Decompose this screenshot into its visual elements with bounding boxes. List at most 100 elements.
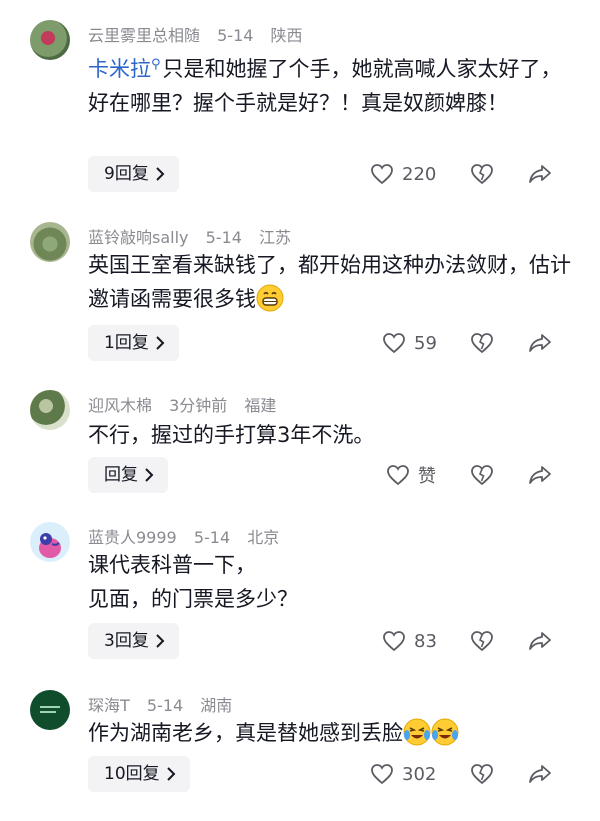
chevron-right-icon xyxy=(156,167,165,181)
comment-location: 湖南 xyxy=(200,696,233,715)
like-count: 83 xyxy=(414,630,437,652)
heart-outline-icon xyxy=(382,630,406,652)
dislike-button[interactable] xyxy=(470,623,494,659)
dislike-button[interactable] xyxy=(470,457,494,493)
like-count: 302 xyxy=(402,763,437,785)
comment-meta: 琛海T 5-14 湖南 xyxy=(88,692,244,716)
reply-count-label: 3回复 xyxy=(104,631,149,651)
avatar[interactable] xyxy=(30,390,70,430)
reply-label: 回复 xyxy=(104,465,138,485)
comment-body: 英国王室看来缺钱了，都开始用这种办法敛财，估计邀请函需要很多钱 xyxy=(88,253,571,311)
username[interactable]: 蓝贵人9999 xyxy=(88,528,177,547)
share-arrow-icon xyxy=(528,464,552,486)
avatar[interactable] xyxy=(30,690,70,730)
comment-item: 云里雾里总相随 5-14 陕西 卡米拉⚲只是和她握了个手，她就高喊人家太好了，好… xyxy=(0,0,600,200)
comment-date: 3分钟前 xyxy=(169,396,228,415)
view-replies-button[interactable]: 回复 xyxy=(88,457,168,493)
view-replies-button[interactable]: 3回复 xyxy=(88,623,179,659)
avatar[interactable] xyxy=(30,222,70,262)
view-replies-button[interactable]: 1回复 xyxy=(88,325,179,361)
dislike-button[interactable] xyxy=(470,325,494,361)
heart-outline-icon xyxy=(370,163,394,185)
comment-text: 卡米拉⚲只是和她握了个手，她就高喊人家太好了，好在哪里？握个手就是好？！真是奴颜… xyxy=(88,48,578,120)
share-arrow-icon xyxy=(528,163,552,185)
username[interactable]: 迎风木棉 xyxy=(88,396,152,415)
comment-meta: 蓝铃敲响sally 5-14 江苏 xyxy=(88,224,303,248)
username[interactable]: 蓝铃敲响sally xyxy=(88,228,189,247)
comment-text: 不行，握过的手打算3年不洗。 xyxy=(88,418,578,452)
comment-actions: 302 xyxy=(370,756,600,792)
comment-text: 作为湖南老乡，真是替她感到丢脸 xyxy=(88,716,578,750)
dislike-button[interactable] xyxy=(470,756,494,792)
avatar[interactable] xyxy=(30,522,70,562)
reply-count-label: 1回复 xyxy=(104,333,149,353)
like-count: 220 xyxy=(402,163,437,185)
crying-laughing-emoji-icon xyxy=(431,718,459,746)
broken-heart-icon xyxy=(470,763,494,785)
cartoon-avatar-icon xyxy=(39,533,61,558)
comment-actions: 83 xyxy=(370,623,600,659)
comment-item: 琛海T 5-14 湖南 作为湖南老乡，真是替她感到丢脸 10回复 302 xyxy=(0,670,600,821)
broken-heart-icon xyxy=(470,163,494,185)
grinning-emoji-icon xyxy=(256,284,284,312)
comment-body: 作为湖南老乡，真是替她感到丢脸 xyxy=(88,721,403,745)
share-arrow-icon xyxy=(528,763,552,785)
comment-item: 蓝铃敲响sally 5-14 江苏 英国王室看来缺钱了，都开始用这种办法敛财，估… xyxy=(0,200,600,370)
comment-meta: 迎风木棉 3分钟前 福建 xyxy=(88,392,288,416)
share-button[interactable] xyxy=(528,623,552,659)
comment-body-line: 课代表科普一下， xyxy=(88,553,256,577)
comment-actions: 59 xyxy=(370,325,600,361)
chevron-right-icon xyxy=(145,468,154,482)
share-arrow-icon xyxy=(528,630,552,652)
comment-body-line: 见面，的门票是多少？ xyxy=(88,587,298,611)
heart-outline-icon xyxy=(370,763,394,785)
like-button[interactable]: 220 xyxy=(370,156,436,192)
comment-text: 英国王室看来缺钱了，都开始用这种办法敛财，估计邀请函需要很多钱 xyxy=(88,248,578,316)
comment-date: 5-14 xyxy=(217,26,254,45)
reply-count-label: 10回复 xyxy=(104,764,160,784)
view-replies-button[interactable]: 9回复 xyxy=(88,156,179,192)
share-arrow-icon xyxy=(528,332,552,354)
heart-outline-icon xyxy=(382,332,406,354)
like-button[interactable]: 59 xyxy=(382,325,437,361)
comment-date: 5-14 xyxy=(146,696,184,715)
comment-date: 5-14 xyxy=(193,528,231,547)
broken-heart-icon xyxy=(470,332,494,354)
chevron-right-icon xyxy=(156,336,165,350)
chevron-right-icon xyxy=(156,634,165,648)
comment-actions: 220 xyxy=(370,156,600,192)
like-count: 赞 xyxy=(418,466,436,487)
dislike-button[interactable] xyxy=(470,156,494,192)
crying-laughing-emoji-icon xyxy=(403,718,431,746)
avatar[interactable] xyxy=(30,20,70,60)
comment-location: 陕西 xyxy=(270,26,303,45)
comment-date: 5-14 xyxy=(205,228,242,247)
reply-count-label: 9回复 xyxy=(104,164,149,184)
share-button[interactable] xyxy=(528,756,552,792)
like-button[interactable]: 83 xyxy=(382,623,437,659)
comment-location: 福建 xyxy=(244,396,277,415)
chevron-right-icon xyxy=(166,767,176,781)
broken-heart-icon xyxy=(470,464,494,486)
comment-item: 迎风木棉 3分钟前 福建 不行，握过的手打算3年不洗。 回复 赞 xyxy=(0,370,600,500)
comment-text: 课代表科普一下， 见面，的门票是多少？ xyxy=(88,548,578,616)
search-icon: ⚲ xyxy=(151,57,161,72)
comment-actions: 赞 xyxy=(370,457,600,493)
broken-heart-icon xyxy=(470,630,494,652)
comment-item: 蓝贵人9999 5-14 北京 课代表科普一下， 见面，的门票是多少？ 3回复 … xyxy=(0,500,600,670)
logo-avatar-icon xyxy=(40,706,60,713)
username[interactable]: 云里雾里总相随 xyxy=(88,26,200,45)
comment-location: 北京 xyxy=(247,528,280,547)
share-button[interactable] xyxy=(528,457,552,493)
heart-outline-icon xyxy=(386,464,410,486)
share-button[interactable] xyxy=(528,156,552,192)
comment-location: 江苏 xyxy=(259,228,292,247)
like-button[interactable]: 赞 xyxy=(386,457,436,493)
view-replies-button[interactable]: 10回复 xyxy=(88,756,190,792)
share-button[interactable] xyxy=(528,325,552,361)
like-button[interactable]: 302 xyxy=(370,756,436,792)
username[interactable]: 琛海T xyxy=(88,696,130,715)
comment-body: 不行，握过的手打算3年不洗。 xyxy=(88,423,375,447)
mention-link[interactable]: 卡米拉⚲ xyxy=(88,57,163,81)
comment-meta: 蓝贵人9999 5-14 北京 xyxy=(88,524,291,548)
